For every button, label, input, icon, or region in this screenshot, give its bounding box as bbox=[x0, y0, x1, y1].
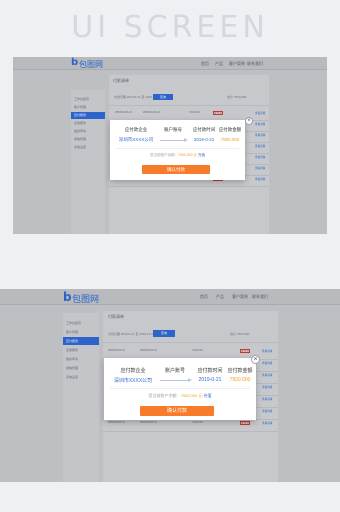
sidebar-item[interactable]: 授信管理 bbox=[71, 136, 105, 143]
payer-value: 深圳市XXXX公司 bbox=[118, 137, 154, 142]
col-date-header: 应付款时间 bbox=[192, 127, 216, 132]
nav-item-products[interactable]: 产品 bbox=[216, 294, 224, 300]
sidebar-item[interactable]: 应付账款 bbox=[63, 337, 99, 345]
divider bbox=[110, 388, 250, 389]
view-detail-link[interactable]: 查看详情 bbox=[262, 373, 272, 377]
divider bbox=[116, 148, 239, 149]
sidebar-item[interactable]: 授信管理 bbox=[63, 364, 99, 372]
nav-item-home[interactable]: 首页 bbox=[200, 294, 208, 300]
logo-icon: b bbox=[71, 57, 79, 68]
row-amount: 7500.000 bbox=[189, 111, 200, 114]
view-detail-link[interactable]: 查看详情 bbox=[255, 144, 265, 148]
amount-value: 7500.000 bbox=[229, 377, 251, 383]
nav-item-contact[interactable]: 联系我们 bbox=[247, 61, 263, 67]
col-payer-header: 应付款企业 bbox=[120, 368, 146, 374]
row-id: ZB0000015-01 bbox=[108, 349, 126, 352]
sidebar-item[interactable]: 系统设置 bbox=[63, 373, 99, 381]
view-detail-link[interactable]: 查看详情 bbox=[255, 122, 265, 126]
view-detail-link[interactable]: 查看详情 bbox=[255, 155, 265, 159]
app-header: b 包图网 首页 产品 客户案例 联系我们 bbox=[13, 57, 327, 70]
breadcrumb: 付款清单 bbox=[113, 78, 129, 83]
date-value: 2019-0-21 bbox=[198, 377, 222, 383]
view-detail-link[interactable]: 查看详情 bbox=[262, 421, 272, 425]
divider bbox=[109, 105, 269, 106]
confirm-payment-button[interactable]: 确认付款 bbox=[142, 165, 210, 174]
balance-amount: 7500.000 元 bbox=[180, 393, 203, 398]
brand-name[interactable]: 包图网 bbox=[72, 292, 99, 305]
sidebar-item[interactable]: 应付账款 bbox=[71, 112, 105, 119]
col-amount-header: 应付款金额 bbox=[218, 127, 242, 132]
amount-value: 7500.000 bbox=[220, 137, 240, 142]
view-detail-link[interactable]: 查看详情 bbox=[262, 397, 272, 401]
date-value: 2019-0-21 bbox=[193, 137, 215, 142]
view-detail-link[interactable]: 查看详情 bbox=[255, 111, 265, 115]
view-detail-link[interactable]: 查看详情 bbox=[255, 133, 265, 137]
col-account-header: 账户账号 bbox=[164, 368, 185, 374]
view-detail-link[interactable]: 查看详情 bbox=[262, 409, 272, 413]
payer-value: 深圳市XXXX公司 bbox=[113, 378, 153, 384]
brand-name[interactable]: 包图网 bbox=[79, 59, 103, 70]
close-icon[interactable]: × bbox=[251, 355, 260, 364]
col-account-header: 账户账号 bbox=[164, 127, 182, 132]
view-detail-link[interactable]: 查看详情 bbox=[262, 385, 272, 389]
view-detail-link[interactable]: 查看详情 bbox=[255, 177, 265, 181]
sidebar-item[interactable]: 应收账款 bbox=[71, 120, 105, 127]
balance-note-label: 您当前账户余额： bbox=[148, 393, 181, 398]
row-code: ZB0000015-01 bbox=[143, 111, 161, 114]
transfer-arrow-icon bbox=[160, 138, 188, 142]
recharge-link[interactable]: 充值 bbox=[203, 393, 211, 398]
app-header: b 包图网 首页 产品 客户案例 联系我们 bbox=[0, 289, 340, 305]
nav-item-contact[interactable]: 联系我们 bbox=[252, 294, 268, 300]
transfer-arrow-icon bbox=[160, 378, 192, 382]
payment-dialog-top: 应付款企业 账户账号 应付款时间 应付款金额 深圳市XXXX公司 2019-0-… bbox=[110, 120, 245, 180]
status-badge: 未付款 bbox=[213, 110, 223, 115]
col-payer-header: 应付款企业 bbox=[124, 127, 148, 132]
sidebar-item[interactable]: 系统设置 bbox=[71, 144, 105, 151]
col-amount-header: 应付款金额 bbox=[227, 368, 253, 374]
sidebar-item[interactable]: 账户管理 bbox=[63, 328, 99, 336]
view-detail-link[interactable]: 查看详情 bbox=[262, 361, 272, 365]
row-divider bbox=[103, 431, 278, 432]
row-id: ZB0000015-01 bbox=[108, 421, 126, 424]
breadcrumb: 付款清单 bbox=[108, 314, 124, 319]
col-date-header: 应付款时间 bbox=[197, 368, 223, 374]
row-amount: 7500.000 bbox=[192, 349, 203, 352]
view-detail-link[interactable]: 查看详情 bbox=[255, 166, 265, 170]
sidebar-item[interactable]: 账户管理 bbox=[71, 104, 105, 111]
nav-item-products[interactable]: 产品 bbox=[215, 61, 223, 67]
status-badge: 未付款 bbox=[240, 348, 250, 353]
total-label: 合计 7500.000 bbox=[227, 95, 247, 99]
filter-label: 付款日期 2019-0-21 至 2019-12-31 bbox=[108, 332, 155, 336]
status-badge: 未付款 bbox=[240, 420, 250, 425]
sidebar-item[interactable]: 应收账款 bbox=[63, 346, 99, 354]
row-code: ZB0000015-01 bbox=[140, 349, 158, 352]
balance-note-label: 您当前账户余额： bbox=[149, 153, 178, 157]
payment-dialog-bottom: 应付款企业 账户账号 应付款时间 应付款金额 深圳市XXXX公司 2019-0-… bbox=[104, 358, 256, 420]
sidebar-item[interactable]: 融资申请 bbox=[63, 355, 99, 363]
row-amount: 7500.000 bbox=[192, 421, 203, 424]
recharge-link[interactable]: 充值 bbox=[198, 153, 205, 157]
sidebar-item[interactable]: 融资申请 bbox=[71, 128, 105, 135]
divider bbox=[103, 342, 278, 343]
balance-amount: 7500.000 元 bbox=[177, 153, 198, 157]
sidebar-item[interactable]: 工作台首页 bbox=[71, 96, 105, 103]
balance-note: 您当前账户余额：7500.000 元 充值 bbox=[104, 393, 256, 399]
row-code: ZB0000015-01 bbox=[140, 421, 158, 424]
view-detail-link[interactable]: 查看详情 bbox=[262, 349, 272, 353]
close-icon[interactable]: × bbox=[245, 117, 253, 125]
query-button[interactable]: 查询 bbox=[153, 94, 173, 100]
logo-icon: b bbox=[63, 290, 72, 304]
confirm-payment-button[interactable]: 确认付款 bbox=[140, 406, 214, 416]
row-divider bbox=[109, 186, 269, 187]
row-id: ZB0000015-01 bbox=[115, 111, 133, 114]
hero-title: UI SCREEN bbox=[71, 10, 269, 45]
sidebar-item[interactable]: 工作台首页 bbox=[63, 319, 99, 327]
nav-item-cases[interactable]: 客户案例 bbox=[229, 61, 245, 67]
total-label: 合计 7500.000 bbox=[230, 332, 250, 336]
query-button[interactable]: 查询 bbox=[153, 330, 175, 337]
nav-item-home[interactable]: 首页 bbox=[201, 61, 209, 67]
nav-item-cases[interactable]: 客户案例 bbox=[232, 294, 248, 300]
balance-note: 您当前账户余额：7500.000 元 充值 bbox=[110, 153, 245, 158]
